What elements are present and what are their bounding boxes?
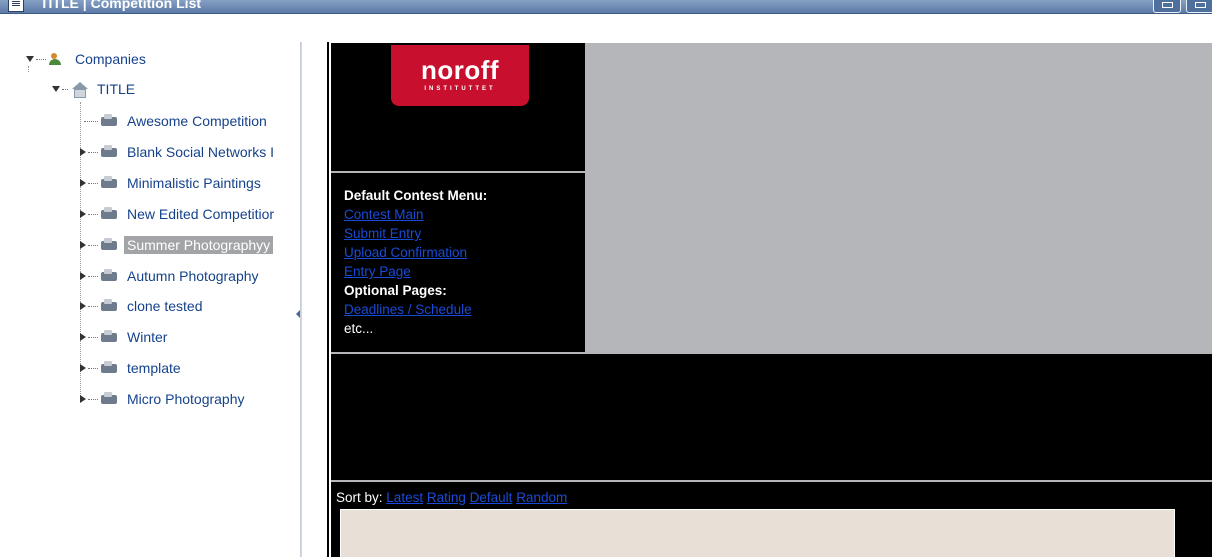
link-contest-main[interactable]: Contest Main (344, 205, 585, 224)
home-icon (70, 82, 88, 98)
expand-arrow-icon[interactable] (80, 210, 86, 218)
noroff-logo: noroff INSTITUTTET (391, 45, 529, 106)
tree-item[interactable]: Autumn Photography (80, 265, 262, 287)
sort-default[interactable]: Default (470, 490, 513, 505)
sort-label: Sort by: (336, 490, 383, 505)
competition-icon (100, 361, 118, 375)
tree-item[interactable]: Awesome Competition (84, 110, 270, 132)
expand-arrow-icon[interactable] (80, 333, 86, 341)
logo-area: noroff INSTITUTTET (333, 45, 585, 171)
expand-arrow-icon[interactable] (80, 179, 86, 187)
collapse-arrow-icon[interactable] (296, 310, 300, 318)
tree-label[interactable]: clone tested (124, 297, 206, 315)
tree-label[interactable]: Awesome Competition (124, 112, 270, 130)
menu-heading: Default Contest Menu: (344, 188, 488, 203)
tree-item[interactable]: template (80, 357, 184, 379)
optional-pages-heading: Optional Pages: (344, 283, 447, 298)
competition-icon (100, 269, 118, 283)
sort-rating[interactable]: Rating (427, 490, 466, 505)
logo-text: noroff (420, 55, 500, 85)
tree-node-companies[interactable]: Companies (26, 48, 149, 70)
expand-arrow-icon[interactable] (80, 395, 86, 403)
entries-panel (340, 509, 1175, 557)
expand-arrow-icon[interactable] (80, 364, 86, 372)
header-banner (585, 43, 1212, 352)
tree-label[interactable]: TITLE (94, 80, 138, 98)
tree-item[interactable]: New Edited Competitior (80, 203, 277, 225)
list-icon (8, 0, 24, 12)
expand-arrow-icon[interactable] (80, 272, 86, 280)
expand-arrow-icon[interactable] (52, 86, 60, 92)
tree-label[interactable]: Summer Photographyy (124, 236, 274, 254)
tree-item[interactable]: Blank Social Networks I (80, 141, 277, 163)
competition-icon (100, 392, 118, 406)
menu-etc: etc... (344, 321, 374, 336)
window-title: TITLE | Competition List (40, 0, 202, 11)
tree-item[interactable]: Micro Photography (80, 388, 248, 410)
tree-label[interactable]: Micro Photography (124, 390, 248, 408)
competition-icon (100, 299, 118, 313)
tree-label[interactable]: template (124, 359, 184, 377)
competition-icon (100, 207, 118, 221)
competition-icon (100, 176, 118, 190)
default-contest-menu: Default Contest Menu: Contest Main Submi… (333, 174, 585, 350)
restore-button[interactable] (1153, 0, 1181, 13)
preview-border (327, 42, 329, 557)
competition-icon (100, 145, 118, 159)
competition-icon (100, 238, 118, 252)
tree-label[interactable]: Autumn Photography (124, 267, 262, 285)
expand-arrow-icon[interactable] (80, 241, 86, 249)
link-upload-confirmation[interactable]: Upload Confirmation (344, 243, 585, 262)
tree-label[interactable]: New Edited Competitior (124, 205, 277, 223)
divider (331, 352, 1212, 354)
link-entry-page[interactable]: Entry Page (344, 262, 585, 281)
expand-arrow-icon[interactable] (80, 302, 86, 310)
divider (331, 480, 1212, 482)
tree-item[interactable]: clone tested (80, 295, 206, 317)
competition-tree: Companies TITLE Awesome Competition Blan… (8, 42, 301, 557)
companies-icon (48, 52, 66, 66)
link-deadlines-schedule[interactable]: Deadlines / Schedule (344, 300, 585, 319)
tree-label[interactable]: Minimalistic Paintings (124, 174, 264, 192)
window-titlebar: TITLE | Competition List (0, 0, 1212, 14)
expand-arrow-icon[interactable] (80, 148, 86, 156)
competition-icon (100, 330, 118, 344)
sort-latest[interactable]: Latest (386, 490, 423, 505)
tree-label[interactable]: Companies (72, 50, 149, 68)
tree-item[interactable]: Winter (80, 326, 170, 348)
panel-splitter[interactable] (296, 42, 329, 557)
sort-bar: Sort by: Latest Rating Default Random (336, 490, 567, 505)
tree-label[interactable]: Winter (124, 328, 170, 346)
competition-icon (100, 114, 118, 128)
close-button[interactable] (1186, 0, 1212, 13)
tree-item-selected[interactable]: Summer Photographyy (80, 234, 274, 256)
tree-item[interactable]: Minimalistic Paintings (80, 172, 264, 194)
link-submit-entry[interactable]: Submit Entry (344, 224, 585, 243)
logo-subtext: INSTITUTTET (424, 86, 496, 92)
sort-random[interactable]: Random (516, 490, 567, 505)
expand-arrow-icon[interactable] (26, 56, 34, 62)
contest-preview: noroff INSTITUTTET Default Contest Menu:… (331, 43, 1212, 557)
tree-node-title[interactable]: TITLE (52, 78, 138, 100)
tree-label[interactable]: Blank Social Networks I (124, 143, 277, 161)
